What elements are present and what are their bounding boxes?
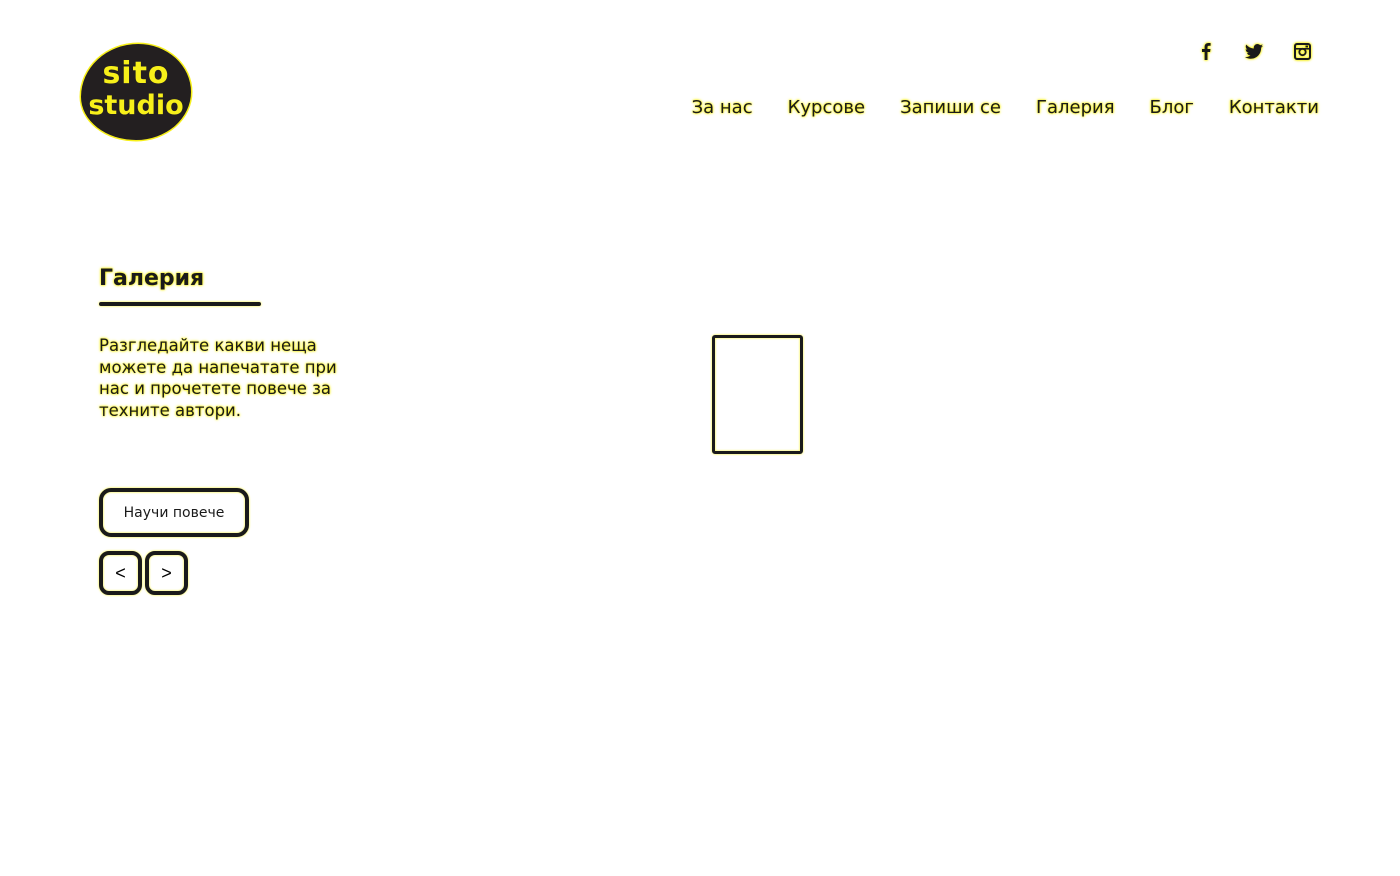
nav-item-gallery[interactable]: Галерия (1036, 97, 1115, 118)
main-nav: За нас Курсове Запиши се Галерия Блог Ко… (692, 97, 1319, 118)
logo-text-bottom: studio (88, 90, 184, 121)
title-underline (99, 302, 261, 306)
gallery-image-frame (712, 335, 803, 454)
nav-item-courses[interactable]: Курсове (788, 97, 865, 118)
section-title: Галерия (99, 266, 205, 291)
prev-button[interactable]: < (99, 551, 142, 595)
learn-more-button[interactable]: Научи повече (99, 488, 249, 537)
nav-item-blog[interactable]: Блог (1150, 97, 1194, 118)
next-button[interactable]: > (145, 551, 188, 595)
nav-item-about[interactable]: За нас (692, 97, 753, 118)
social-links (1196, 40, 1312, 62)
nav-item-contacts[interactable]: Контакти (1229, 97, 1319, 118)
facebook-icon[interactable] (1196, 40, 1216, 62)
twitter-icon[interactable] (1244, 40, 1264, 62)
logo-text-top: sito (102, 56, 170, 91)
nav-item-signup[interactable]: Запиши се (900, 97, 1001, 118)
section-description: Разгледайте какви неща можете да напечат… (99, 336, 337, 420)
instagram-icon[interactable] (1292, 40, 1312, 62)
site-logo[interactable]: sito studio (81, 44, 191, 140)
